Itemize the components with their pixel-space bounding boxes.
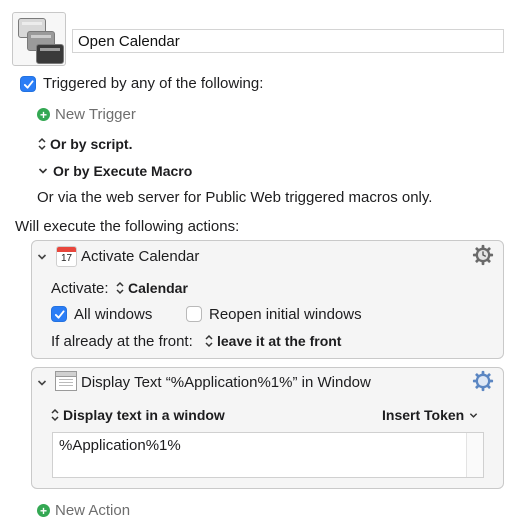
new-trigger-label: New Trigger — [55, 106, 136, 123]
updown-chevron-icon — [116, 281, 124, 295]
activate-label: Activate: — [51, 280, 109, 297]
checkmark-icon — [23, 79, 34, 89]
updown-chevron-icon — [38, 137, 46, 151]
display-mode-value: Display text in a window — [63, 407, 225, 423]
updown-chevron-icon — [205, 334, 213, 348]
by-execute-macro-label: Or by Execute Macro — [53, 163, 193, 179]
chevron-down-icon — [470, 412, 478, 418]
activate-app-value: Calendar — [128, 280, 188, 296]
gear-icon[interactable] — [472, 244, 494, 266]
activate-app-popup[interactable]: Calendar — [116, 280, 188, 296]
plus-icon: + — [37, 108, 50, 121]
insert-token-button[interactable]: Insert Token — [382, 407, 478, 423]
triggered-checkbox[interactable] — [20, 76, 36, 92]
text-scrollbar[interactable] — [466, 433, 483, 477]
chevron-down-icon[interactable] — [36, 377, 48, 389]
actions-header: Will execute the following actions: — [15, 218, 240, 235]
chevron-down-icon[interactable] — [36, 251, 48, 263]
display-text-value[interactable]: %Application%1% — [53, 433, 483, 458]
macro-icon[interactable] — [12, 12, 66, 66]
all-windows-checkbox[interactable] — [51, 306, 67, 322]
macro-name-field[interactable]: Open Calendar — [72, 29, 504, 53]
by-execute-macro-toggle[interactable]: Or by Execute Macro — [38, 163, 192, 179]
window-icon — [36, 44, 64, 64]
by-script-toggle[interactable]: Or by script. — [38, 136, 132, 152]
web-server-note: Or via the web server for Public Web tri… — [37, 189, 433, 206]
by-script-label: Or by script. — [50, 136, 133, 152]
new-trigger-button[interactable]: + New Trigger — [37, 106, 136, 123]
updown-chevron-icon — [51, 408, 59, 422]
gear-icon[interactable] — [472, 370, 494, 392]
action-title: Display Text “%Application%1%” in Window — [81, 374, 371, 391]
display-mode-popup[interactable]: Display text in a window — [51, 407, 225, 423]
front-behavior-popup[interactable]: leave it at the front — [205, 333, 341, 349]
triggered-label: Triggered by any of the following: — [43, 75, 264, 92]
calendar-app-icon: 17 — [56, 246, 77, 267]
new-action-button[interactable]: + New Action — [37, 502, 130, 519]
plus-icon: + — [37, 504, 50, 517]
display-text-area[interactable]: %Application%1% — [52, 432, 484, 478]
window-icon — [55, 371, 77, 391]
all-windows-label: All windows — [74, 306, 153, 323]
reopen-windows-checkbox[interactable] — [186, 306, 202, 322]
chevron-down-icon — [38, 168, 48, 174]
front-behavior-value: leave it at the front — [217, 333, 342, 349]
reopen-windows-label: Reopen initial windows — [209, 306, 362, 323]
front-label: If already at the front: — [51, 333, 193, 350]
new-action-label: New Action — [55, 502, 131, 519]
insert-token-label: Insert Token — [382, 407, 465, 423]
checkmark-icon — [54, 309, 65, 319]
action-title: Activate Calendar — [81, 248, 200, 265]
